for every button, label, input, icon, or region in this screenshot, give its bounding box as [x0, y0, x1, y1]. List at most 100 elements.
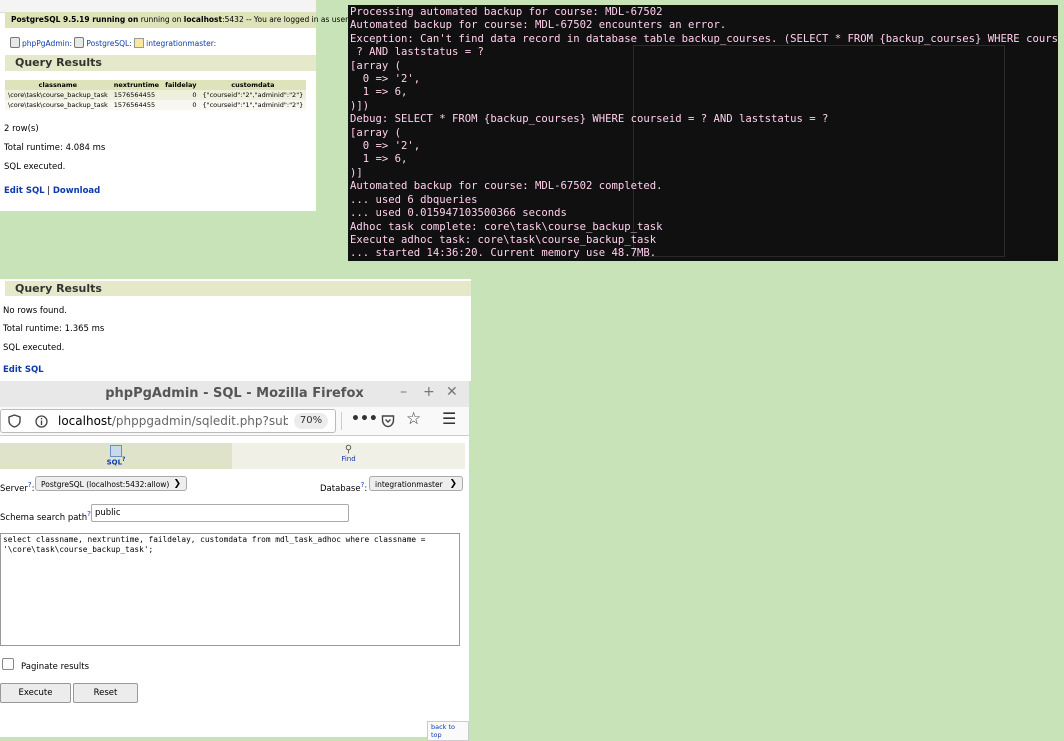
tab-sql[interactable]: SQL?	[0, 443, 232, 469]
url-bar[interactable]: localhost/phppgadmin/sqledit.php?subject…	[0, 409, 336, 433]
second-results-panel: Query Results No rows found. Total runti…	[0, 279, 471, 381]
database-server-icon	[74, 37, 85, 48]
top-results-panel: PostgreSQL 9.5.19 running on running on …	[0, 0, 395, 211]
reset-button[interactable]: Reset	[73, 683, 138, 703]
database-label: Database?:	[320, 480, 368, 494]
sql-executed: SQL executed.	[4, 162, 66, 172]
divider	[341, 412, 342, 430]
terminal-window[interactable]: Processing automated backup for course: …	[348, 5, 1058, 261]
shield-icon[interactable]	[8, 414, 21, 428]
schema-label-text: Schema search path	[0, 512, 88, 523]
terminal-line: )]	[350, 166, 363, 179]
terminal-line: 0 => '2',	[350, 73, 421, 86]
terminal-line: 0 => '2',	[350, 140, 421, 153]
info-mid: :5432 -- You are logged in as user "	[222, 15, 354, 24]
terminal-line: Automated backup for course: MDL-67502 e…	[350, 19, 727, 32]
server-label: Server?:	[0, 480, 35, 494]
chevron-down-icon: ❯	[449, 479, 457, 489]
terminal-line: ? AND laststatus = ?	[350, 46, 484, 59]
terminal-line: [array (	[350, 59, 402, 72]
database-label-text: Database	[320, 483, 361, 494]
terminal-line: Processing automated backup for course: …	[350, 6, 663, 18]
total-runtime: Total runtime: 1.365 ms	[3, 324, 105, 334]
title-bar[interactable]: phpPgAdmin - SQL - Mozilla Firefox – + ✕	[0, 381, 469, 407]
tab-strip: SQL? ⚲ Find	[0, 443, 465, 469]
total-runtime: Total runtime: 4.084 ms	[4, 143, 106, 153]
tab-sql-label: SQL	[106, 458, 123, 467]
execute-button[interactable]: Execute	[0, 683, 71, 703]
terminal-line: [array (	[350, 126, 402, 139]
nav-bar: localhost/phppgadmin/sqledit.php?subject…	[0, 407, 469, 436]
paginate-checkbox[interactable]	[2, 658, 14, 670]
terminal-line: )])	[350, 99, 370, 112]
minimize-icon[interactable]: –	[400, 384, 407, 400]
info-host: localhost	[183, 15, 223, 24]
schema-label: Schema search path?:	[0, 509, 94, 523]
cell: 0	[162, 90, 200, 100]
info-prefix: PostgreSQL 9.5.19 running on	[11, 15, 139, 24]
query-results-title: Query Results	[5, 55, 316, 71]
close-icon[interactable]: ✕	[446, 384, 458, 400]
table-row: \core\task\course_backup_task 1576564455…	[5, 100, 307, 110]
cell: {"courseid":"1","adminid":"2"}	[199, 100, 307, 110]
terminal-line: 1 => 6,	[350, 153, 408, 166]
sql-executed: SQL executed.	[3, 343, 65, 353]
col-faildelay: faildelay	[162, 80, 200, 90]
paginate-label: Paginate results	[21, 662, 90, 672]
info-icon[interactable]	[35, 415, 48, 428]
crumb-phppgadmin[interactable]: phpPgAdmin	[22, 39, 69, 48]
col-customdata: customdata	[199, 80, 307, 90]
terminal-line: Execute adhoc task: core\task\course_bac…	[350, 233, 657, 246]
back-to-top-link[interactable]: back to top	[427, 721, 469, 741]
crumb-postgresql[interactable]: PostgreSQL	[86, 39, 129, 48]
url-text: localhost/phppgadmin/sqledit.php?subject…	[58, 414, 288, 428]
query-results-title: Query Results	[5, 281, 471, 296]
cell: 1576564455	[110, 90, 163, 100]
table-header-row: classname nextruntime faildelay customda…	[5, 80, 307, 90]
table-row: \core\task\course_backup_task 1576564455…	[5, 90, 307, 100]
terminal-line: Exception: Can't find data record in dat…	[350, 32, 1058, 45]
pocket-icon[interactable]	[381, 414, 395, 428]
cell: 1576564455	[110, 100, 163, 110]
server-info-bar: PostgreSQL 9.5.19 running on running on …	[5, 12, 395, 28]
info-on: running on	[140, 15, 184, 24]
terminal-line: ... used 6 dbqueries	[350, 193, 478, 206]
schema-search-path-input[interactable]: public	[91, 504, 349, 522]
terminal-line: ... used 0.015947103500366 seconds	[350, 207, 567, 220]
terminal-line: Debug: SELECT * FROM {backup_courses} WH…	[350, 113, 829, 126]
terminal-output: Processing automated backup for course: …	[350, 6, 1058, 261]
zoom-indicator[interactable]: 70%	[294, 413, 328, 429]
sql-query-textarea[interactable]: select classname, nextruntime, faildelay…	[0, 533, 460, 646]
separator: |	[47, 186, 51, 196]
more-actions-icon[interactable]: •••	[351, 411, 378, 427]
bookmark-star-icon[interactable]: ☆	[406, 409, 421, 429]
window-title: phpPgAdmin - SQL - Mozilla Firefox	[105, 386, 364, 401]
edit-sql-link[interactable]: Edit SQL	[4, 186, 45, 196]
cell: \core\task\course_backup_task	[5, 90, 111, 100]
crumb-database[interactable]: integrationmaster	[146, 39, 214, 48]
hamburger-menu-icon[interactable]: ☰	[442, 409, 456, 428]
tab-find[interactable]: ⚲ Find	[232, 443, 465, 469]
database-select[interactable]: integrationmaster ❯	[369, 476, 463, 491]
terminal-line: Adhoc task complete: core\task\course_ba…	[350, 220, 663, 233]
chevron-down-icon: ❯	[173, 479, 181, 489]
firefox-window: phpPgAdmin - SQL - Mozilla Firefox – + ✕…	[0, 381, 469, 741]
edit-sql-link[interactable]: Edit SQL	[3, 365, 44, 375]
magnifier-icon: ⚲	[344, 444, 353, 455]
server-label-text: Server	[0, 483, 28, 494]
terminal-line: 1 => 6,	[350, 86, 408, 99]
terminal-line: ... started 14:36:20. Current memory use…	[350, 247, 657, 260]
sql-icon	[110, 445, 122, 457]
tab-find-label: Find	[341, 455, 356, 463]
row-count: 2 row(s)	[4, 124, 39, 134]
server-select[interactable]: PostgreSQL (localhost:5432:allow) ❯	[35, 476, 187, 491]
maximize-icon[interactable]: +	[423, 384, 435, 400]
url-path: /phppgadmin/sqledit.php?subject=	[111, 414, 288, 428]
actions: Edit SQL | Download	[4, 186, 100, 196]
download-link[interactable]: Download	[53, 186, 100, 196]
breadcrumb: phpPgAdmin: PostgreSQL: integrationmaste…	[10, 37, 216, 48]
cell: \core\task\course_backup_task	[5, 100, 111, 110]
server-icon	[10, 37, 20, 48]
database-value: integrationmaster	[375, 480, 443, 489]
cell: {"courseid":"2","adminid":"2"}	[199, 90, 307, 100]
